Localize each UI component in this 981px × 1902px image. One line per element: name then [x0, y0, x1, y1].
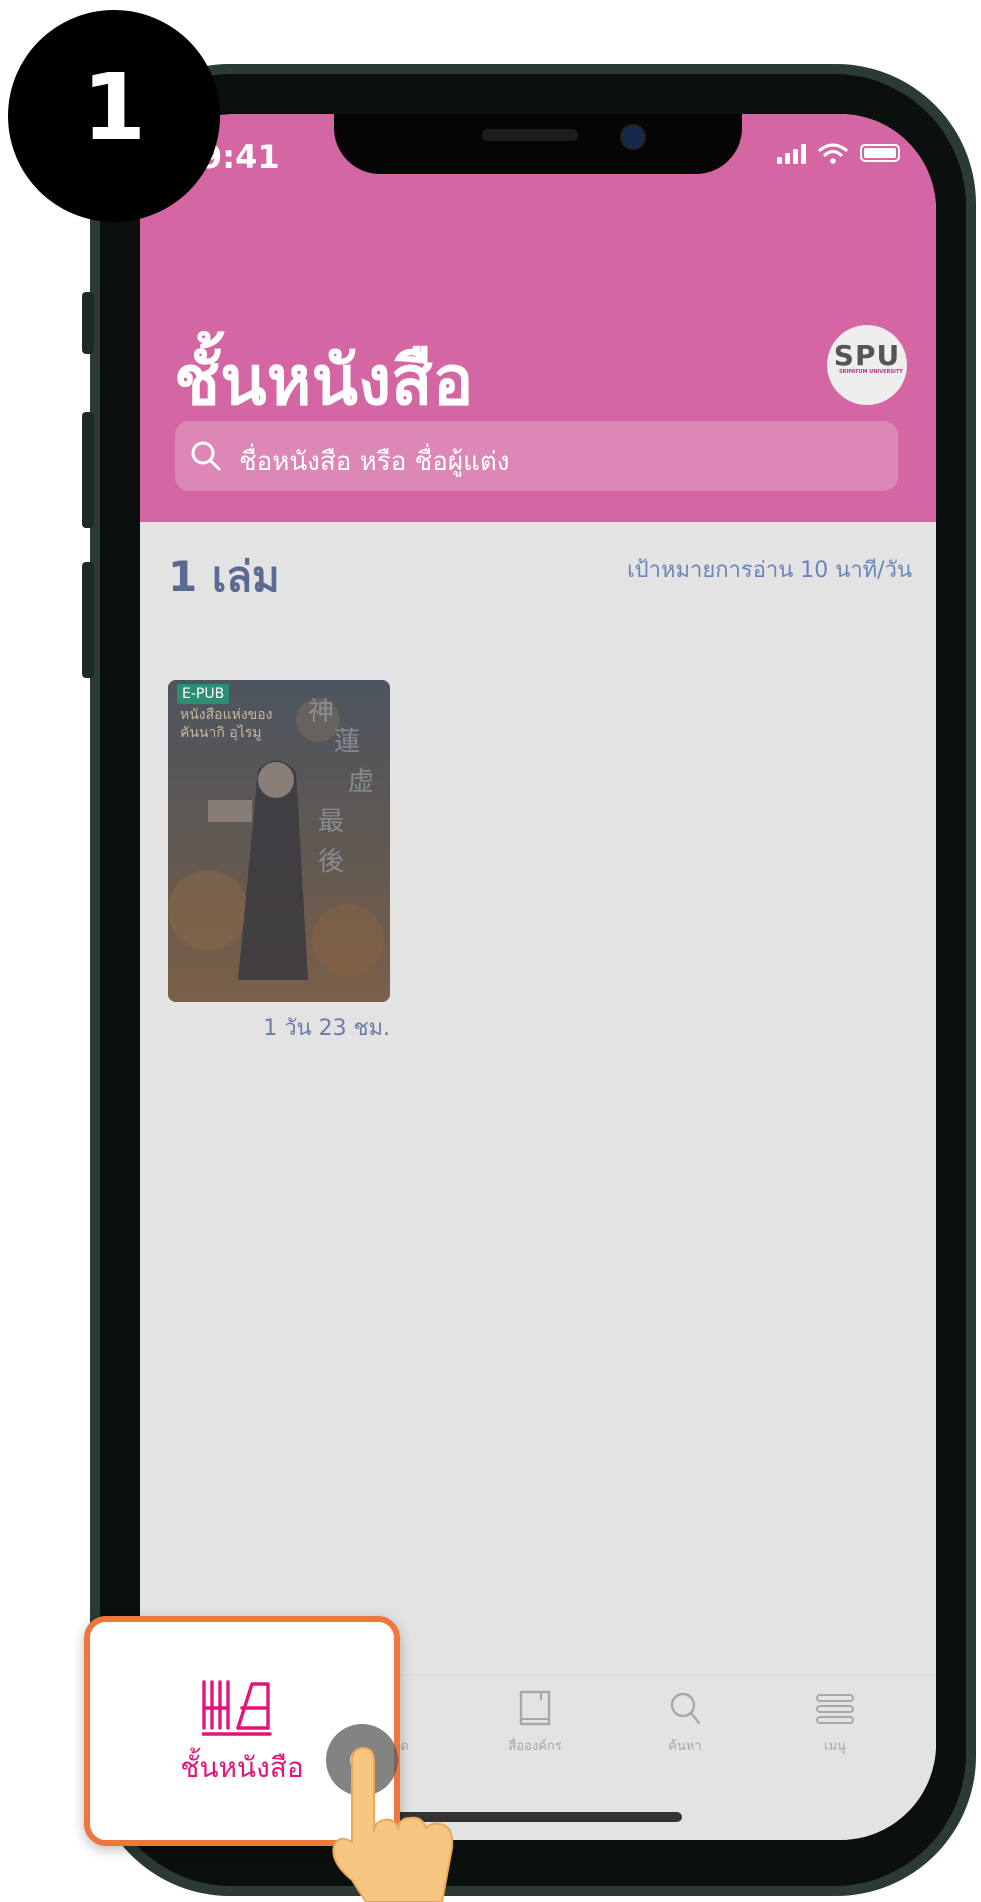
book-cover-text: หนังสือแห่งของ คันนากิ อุไรมู	[180, 706, 273, 742]
svg-text:最: 最	[318, 807, 344, 837]
book-count: 1 เล่ม	[168, 552, 280, 601]
step-number-badge: 1	[8, 10, 220, 222]
step-number: 1	[81, 54, 146, 161]
book-format-badge: E-PUB	[177, 684, 230, 704]
avatar-logo-text: SPU	[833, 339, 901, 372]
tab-menu[interactable]: เมนู	[760, 1689, 910, 1756]
svg-text:虚: 虚	[348, 767, 374, 797]
tab-search[interactable]: ค้นหา	[610, 1689, 760, 1756]
book-cover-line-1: หนังสือแห่งของ	[180, 707, 273, 723]
svg-text:後: 後	[318, 847, 344, 877]
status-icons	[777, 142, 900, 164]
tab-menu-label: เมนู	[824, 1739, 846, 1754]
tablet-icon	[519, 1690, 551, 1726]
phone-screen: 9:41 ชั้นหนังสือ SPU SRIPATUM UNIVERSITY	[140, 114, 936, 1840]
svg-text:蓮: 蓮	[334, 727, 360, 757]
wifi-icon	[818, 143, 848, 164]
mute-switch	[82, 292, 94, 354]
page-title: ชั้นหนังสือ	[174, 342, 474, 421]
book-cover[interactable]: 神 蓮 虚 最 後 E-PUB หนังสือแห่งของ คันนากิ อ…	[168, 680, 390, 1002]
book-time-remaining: 1 วัน 23 ชม.	[263, 1016, 390, 1041]
search-placeholder: ชื่อหนังสือ หรือ ชื่อผู้แต่ง	[239, 447, 510, 477]
tab-organization-media[interactable]: สื่อองค์กร	[460, 1689, 610, 1756]
reading-goal-link[interactable]: เป้าหมายการอ่าน 10 นาที/วัน	[627, 552, 912, 587]
tap-hand-icon	[326, 1724, 454, 1902]
menu-icon	[816, 1694, 854, 1724]
app-header: 9:41 ชั้นหนังสือ SPU SRIPATUM UNIVERSITY	[140, 114, 936, 522]
profile-avatar[interactable]: SPU SRIPATUM UNIVERSITY	[827, 325, 907, 405]
book-cover-line-2: คันนากิ อุไรมู	[180, 725, 262, 741]
search-icon	[191, 441, 221, 471]
search-icon	[670, 1692, 701, 1725]
tab-search-label: ค้นหา	[668, 1739, 702, 1754]
phone-notch	[334, 114, 742, 174]
signal-icon	[777, 142, 806, 164]
search-input[interactable]: ชื่อหนังสือ หรือ ชื่อผู้แต่ง	[175, 421, 898, 491]
tab-organization-media-label: สื่อองค์กร	[508, 1739, 562, 1754]
volume-down-button	[82, 562, 94, 678]
battery-icon	[860, 144, 900, 162]
speaker-grille	[482, 129, 578, 141]
bookshelf-icon	[202, 1680, 272, 1736]
volume-up-button	[82, 412, 94, 528]
front-camera	[620, 124, 646, 150]
avatar-logo-subtext: SRIPATUM UNIVERSITY	[839, 369, 903, 375]
svg-text:神: 神	[308, 697, 334, 727]
